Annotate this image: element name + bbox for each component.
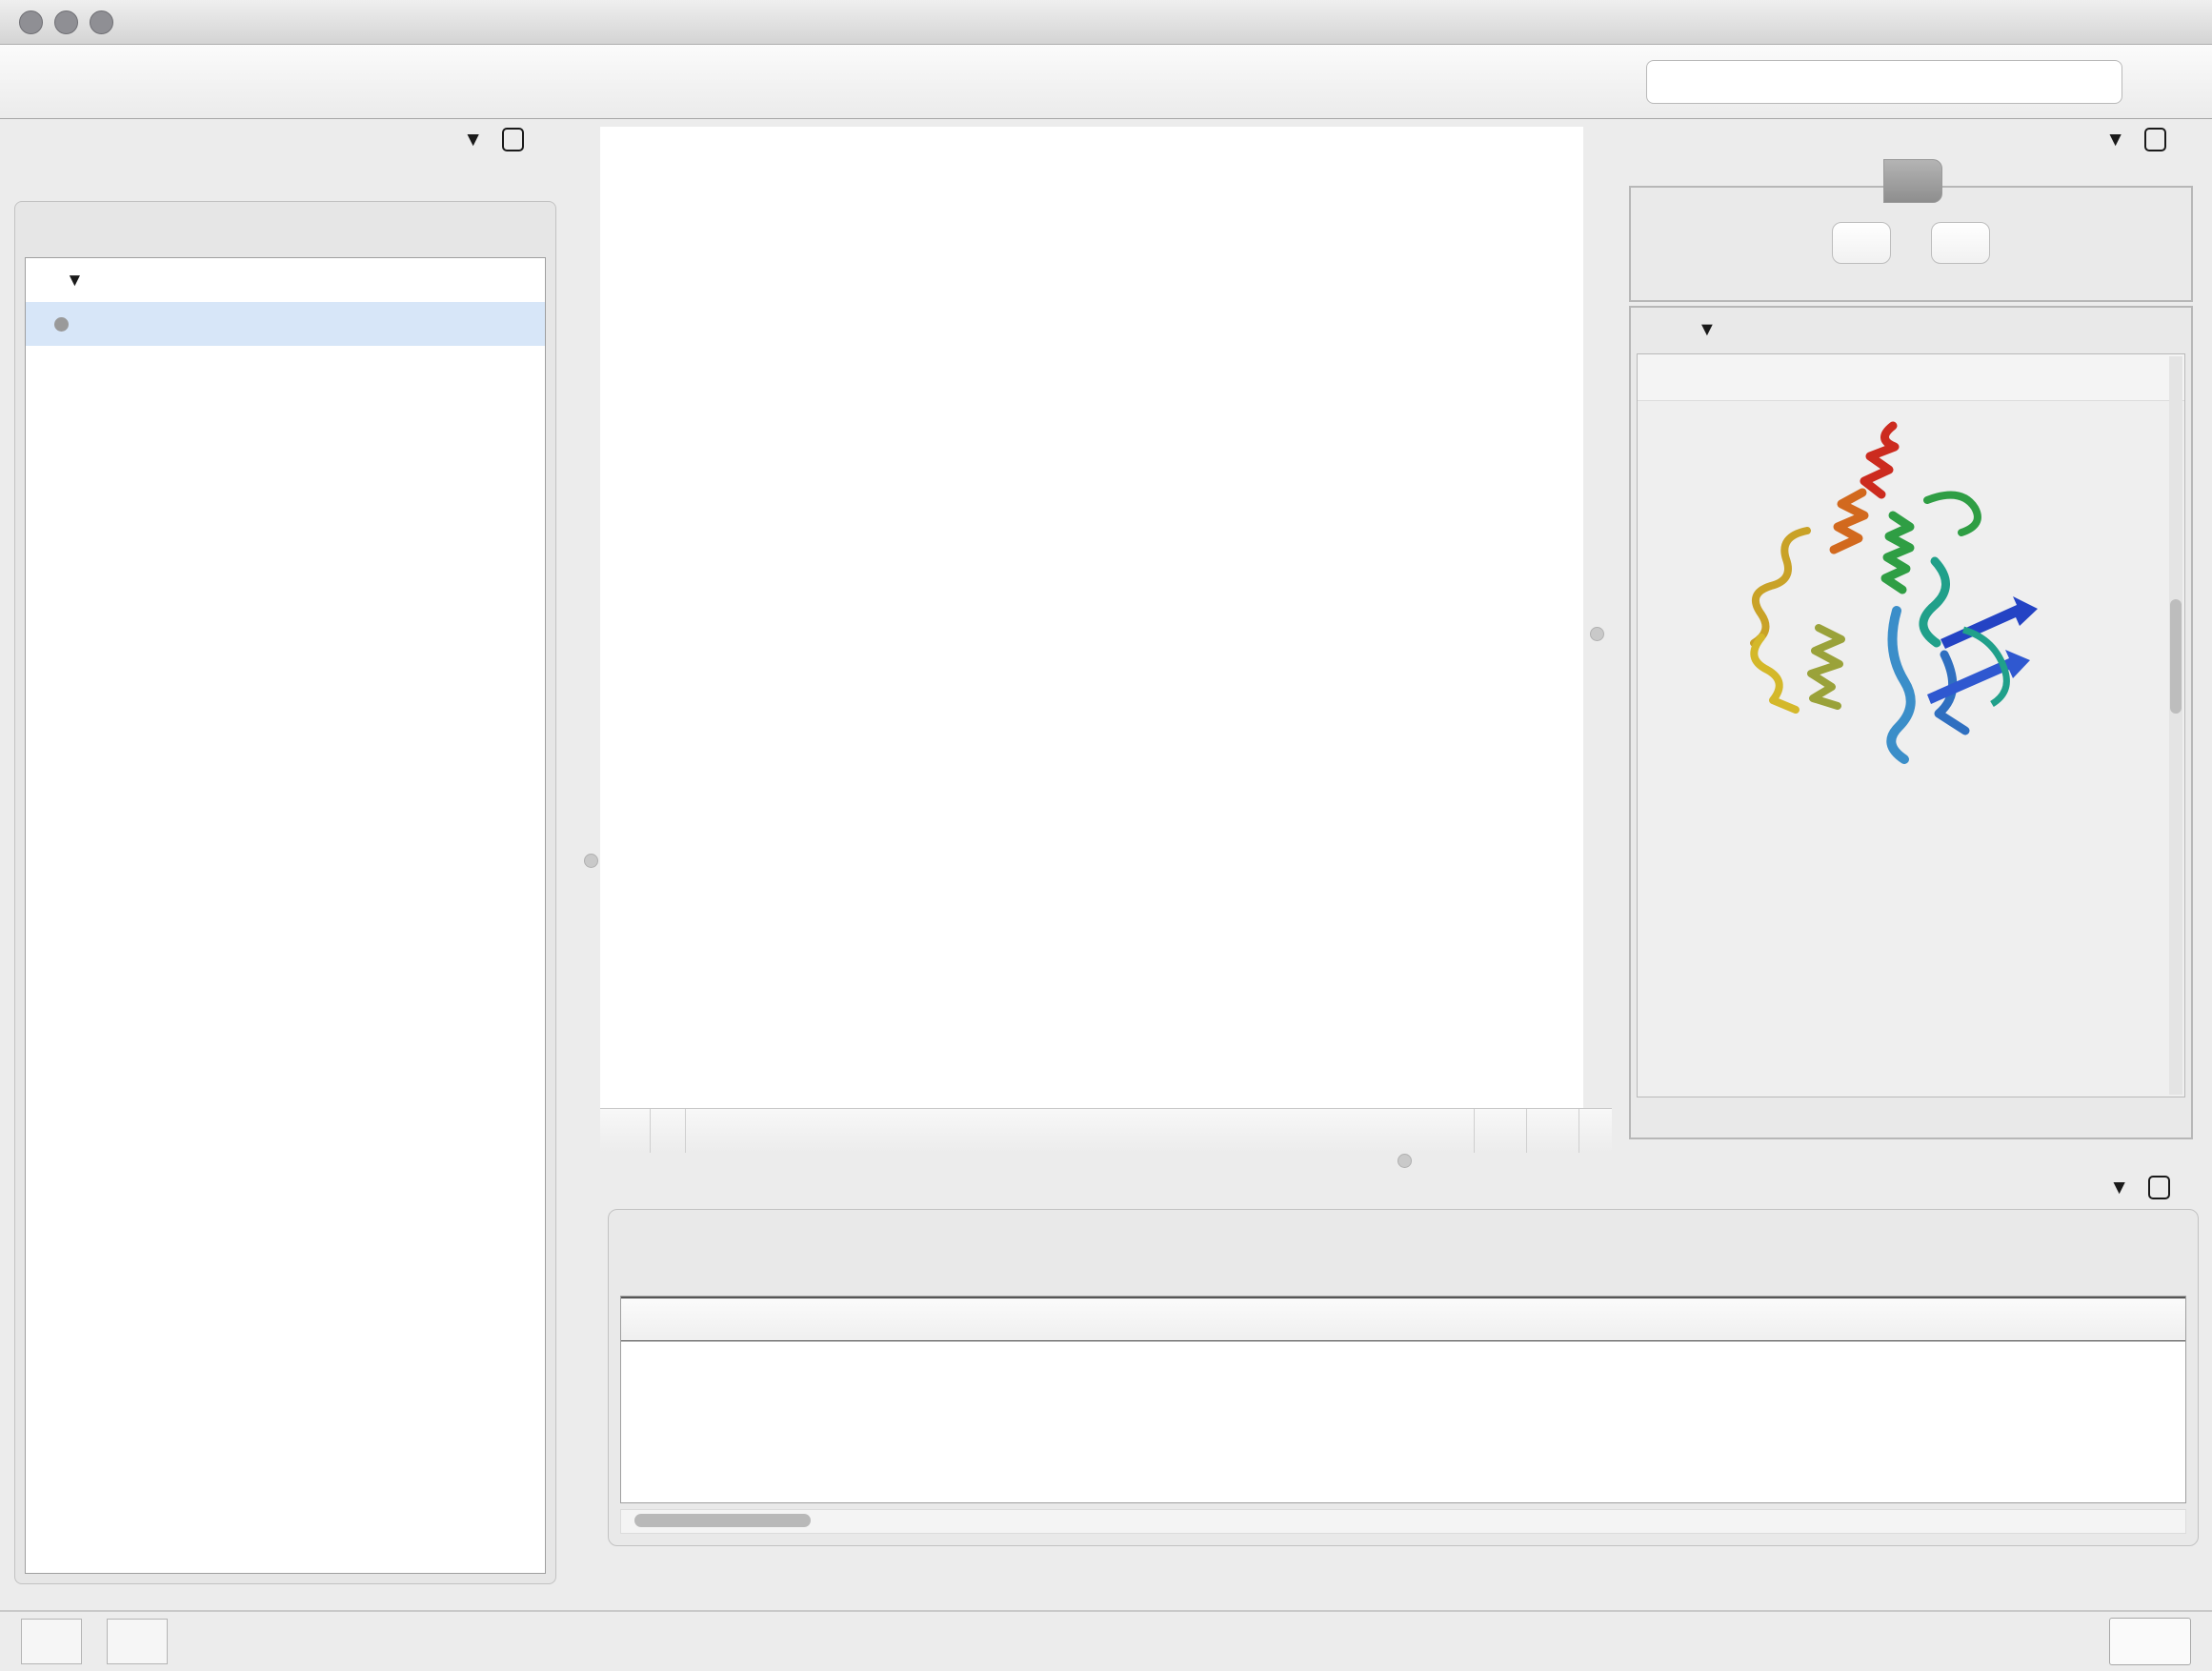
network-canvas[interactable] [600,127,1583,1108]
protein-structure-image [1695,409,2184,825]
network-view-panel [600,119,1612,1153]
network-row-selected[interactable] [26,302,545,346]
search-input-wrap[interactable] [1646,60,2122,104]
memory-button[interactable] [2109,1618,2191,1665]
panel-menu-icon[interactable]: ▼ [2109,1178,2129,1198]
results-entry-box: ▼ [1629,306,2193,1139]
left-splitter-handle[interactable] [584,854,598,868]
tree-expand-icon[interactable]: ▼ [66,272,84,290]
gene-description [1638,354,2184,401]
float-panel-icon[interactable] [2144,128,2166,151]
expand-all-button[interactable] [1832,222,1891,264]
warnings-button[interactable] [107,1619,168,1664]
network-view-dot-icon [54,317,69,332]
panel-menu-icon[interactable]: ▼ [2105,130,2125,150]
table-toolbar [609,1210,2198,1290]
right-splitter-handle[interactable] [1590,627,1604,641]
results-controls-box [1629,186,2193,302]
gene-entry-header[interactable]: ▼ [1631,308,2191,352]
network-view-toolbar [600,1108,1612,1153]
control-panel: ▼ ▼ [7,119,564,1594]
gene-entry-content [1637,353,2185,1097]
help-button[interactable] [2143,57,2193,107]
network-tree: ▼ [25,257,546,1574]
float-panel-icon[interactable] [502,128,524,151]
cloud-status-button[interactable] [21,1619,82,1664]
float-panel-icon[interactable] [2148,1176,2170,1199]
memory-status-dot [2131,1629,2156,1654]
node-table [620,1296,2186,1503]
network-collection-row[interactable]: ▼ [26,258,545,302]
tab-string[interactable] [1883,159,1942,203]
collapse-all-button[interactable] [1931,222,1990,264]
search-input[interactable] [1662,66,2112,97]
table-panel: ▼ [600,1167,2206,1610]
main-toolbar [0,45,2212,119]
status-bar [0,1610,2212,1671]
results-panel: ▼ ▼ [1619,119,2206,1153]
results-scrollbar[interactable] [2169,356,2182,1095]
window-title [0,0,2212,44]
title-bar [0,0,2212,45]
collapse-entry-icon[interactable]: ▼ [1698,320,1717,339]
horizontal-splitter-handle[interactable] [1398,1154,1412,1168]
table-horizontal-scrollbar[interactable] [620,1509,2186,1534]
panel-menu-icon[interactable]: ▼ [463,130,483,150]
